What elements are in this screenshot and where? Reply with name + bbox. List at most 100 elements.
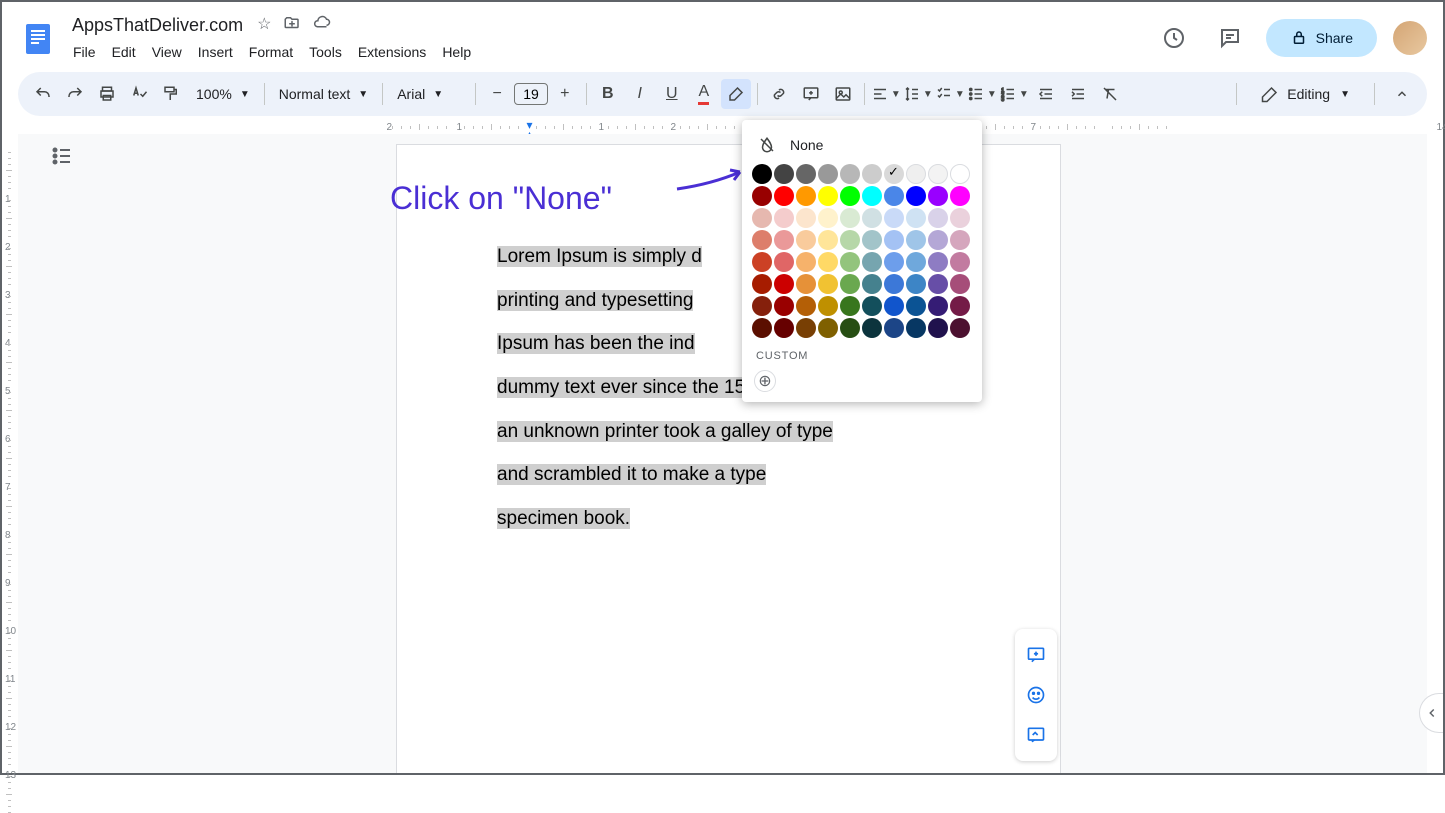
color-swatch[interactable]	[774, 230, 794, 250]
color-swatch[interactable]	[884, 164, 904, 184]
color-swatch[interactable]	[774, 186, 794, 206]
color-swatch[interactable]	[840, 186, 860, 206]
print-button[interactable]	[92, 79, 122, 109]
color-swatch[interactable]	[774, 208, 794, 228]
color-swatch[interactable]	[796, 296, 816, 316]
color-swatch[interactable]	[928, 318, 948, 338]
font-size-increase[interactable]: +	[550, 79, 580, 109]
decrease-indent-button[interactable]	[1031, 79, 1061, 109]
color-swatch[interactable]	[752, 274, 772, 294]
menu-extensions[interactable]: Extensions	[351, 40, 433, 64]
color-swatch[interactable]	[840, 164, 860, 184]
checklist-button[interactable]: ▼	[935, 79, 965, 109]
move-icon[interactable]	[283, 14, 301, 37]
color-swatch[interactable]	[774, 252, 794, 272]
color-swatch[interactable]	[862, 230, 882, 250]
color-swatch[interactable]	[840, 318, 860, 338]
insert-image-button[interactable]	[828, 79, 858, 109]
color-swatch[interactable]	[884, 208, 904, 228]
insert-link-button[interactable]	[764, 79, 794, 109]
color-swatch[interactable]	[884, 318, 904, 338]
color-swatch[interactable]	[928, 164, 948, 184]
color-swatch[interactable]	[884, 296, 904, 316]
color-swatch[interactable]	[928, 252, 948, 272]
color-swatch[interactable]	[774, 164, 794, 184]
color-swatch[interactable]	[774, 296, 794, 316]
paint-format-button[interactable]	[156, 79, 186, 109]
share-button[interactable]: Share	[1266, 19, 1377, 57]
color-swatch[interactable]	[796, 164, 816, 184]
color-swatch[interactable]	[818, 252, 838, 272]
color-swatch[interactable]	[862, 318, 882, 338]
color-swatch[interactable]	[906, 318, 926, 338]
document-title[interactable]: AppsThatDeliver.com	[66, 13, 249, 38]
color-swatch[interactable]	[950, 208, 970, 228]
font-selector[interactable]: Arial▼	[389, 82, 469, 106]
highlight-color-button[interactable]	[721, 79, 751, 109]
docs-logo-icon[interactable]	[18, 18, 58, 58]
comments-icon[interactable]	[1210, 18, 1250, 58]
font-size-input[interactable]: 19	[514, 83, 548, 105]
color-swatch[interactable]	[774, 274, 794, 294]
history-icon[interactable]	[1154, 18, 1194, 58]
color-swatch[interactable]	[884, 252, 904, 272]
color-swatch[interactable]	[950, 318, 970, 338]
color-swatch[interactable]	[752, 252, 772, 272]
menu-file[interactable]: File	[66, 40, 103, 64]
menu-edit[interactable]: Edit	[105, 40, 143, 64]
menu-format[interactable]: Format	[242, 40, 300, 64]
bulleted-list-button[interactable]: ▼	[967, 79, 997, 109]
color-swatch[interactable]	[950, 230, 970, 250]
suggest-edits-side-icon[interactable]	[1015, 715, 1057, 755]
color-swatch[interactable]	[752, 208, 772, 228]
undo-button[interactable]	[28, 79, 58, 109]
increase-indent-button[interactable]	[1063, 79, 1093, 109]
collapse-toolbar-button[interactable]	[1387, 79, 1417, 109]
text-color-button[interactable]: A	[689, 79, 719, 109]
color-swatch[interactable]	[950, 186, 970, 206]
color-swatch[interactable]	[862, 296, 882, 316]
color-swatch[interactable]	[862, 208, 882, 228]
vertical-ruler[interactable]: 12345678910111213	[2, 134, 18, 773]
underline-button[interactable]: U	[657, 79, 687, 109]
color-swatch[interactable]	[840, 252, 860, 272]
color-swatch[interactable]	[906, 230, 926, 250]
star-icon[interactable]: ☆	[257, 14, 271, 37]
bold-button[interactable]: B	[593, 79, 623, 109]
color-swatch[interactable]	[906, 186, 926, 206]
color-swatch[interactable]	[818, 230, 838, 250]
color-swatch[interactable]	[752, 296, 772, 316]
color-swatch[interactable]	[752, 318, 772, 338]
color-swatch[interactable]	[840, 274, 860, 294]
add-emoji-side-icon[interactable]	[1015, 675, 1057, 715]
add-comment-side-icon[interactable]	[1015, 635, 1057, 675]
color-swatch[interactable]	[928, 274, 948, 294]
color-swatch[interactable]	[862, 186, 882, 206]
numbered-list-button[interactable]: 123▼	[999, 79, 1029, 109]
color-swatch[interactable]	[840, 296, 860, 316]
color-swatch[interactable]	[862, 164, 882, 184]
color-swatch[interactable]	[752, 230, 772, 250]
font-size-decrease[interactable]: −	[482, 79, 512, 109]
menu-insert[interactable]: Insert	[191, 40, 240, 64]
italic-button[interactable]: I	[625, 79, 655, 109]
color-swatch[interactable]	[796, 186, 816, 206]
color-swatch[interactable]	[906, 252, 926, 272]
redo-button[interactable]	[60, 79, 90, 109]
color-swatch[interactable]	[950, 252, 970, 272]
color-swatch[interactable]	[862, 252, 882, 272]
color-swatch[interactable]	[840, 230, 860, 250]
add-comment-button[interactable]	[796, 79, 826, 109]
color-swatch[interactable]	[752, 186, 772, 206]
color-swatch[interactable]	[818, 164, 838, 184]
color-swatch[interactable]	[796, 208, 816, 228]
user-avatar[interactable]	[1393, 21, 1427, 55]
outline-toggle-icon[interactable]	[50, 144, 78, 172]
color-swatch[interactable]	[884, 274, 904, 294]
color-swatch[interactable]	[906, 164, 926, 184]
color-swatch[interactable]	[862, 274, 882, 294]
line-spacing-button[interactable]: ▼	[903, 79, 933, 109]
color-swatch[interactable]	[818, 186, 838, 206]
color-swatch[interactable]	[796, 230, 816, 250]
color-swatch[interactable]	[774, 318, 794, 338]
